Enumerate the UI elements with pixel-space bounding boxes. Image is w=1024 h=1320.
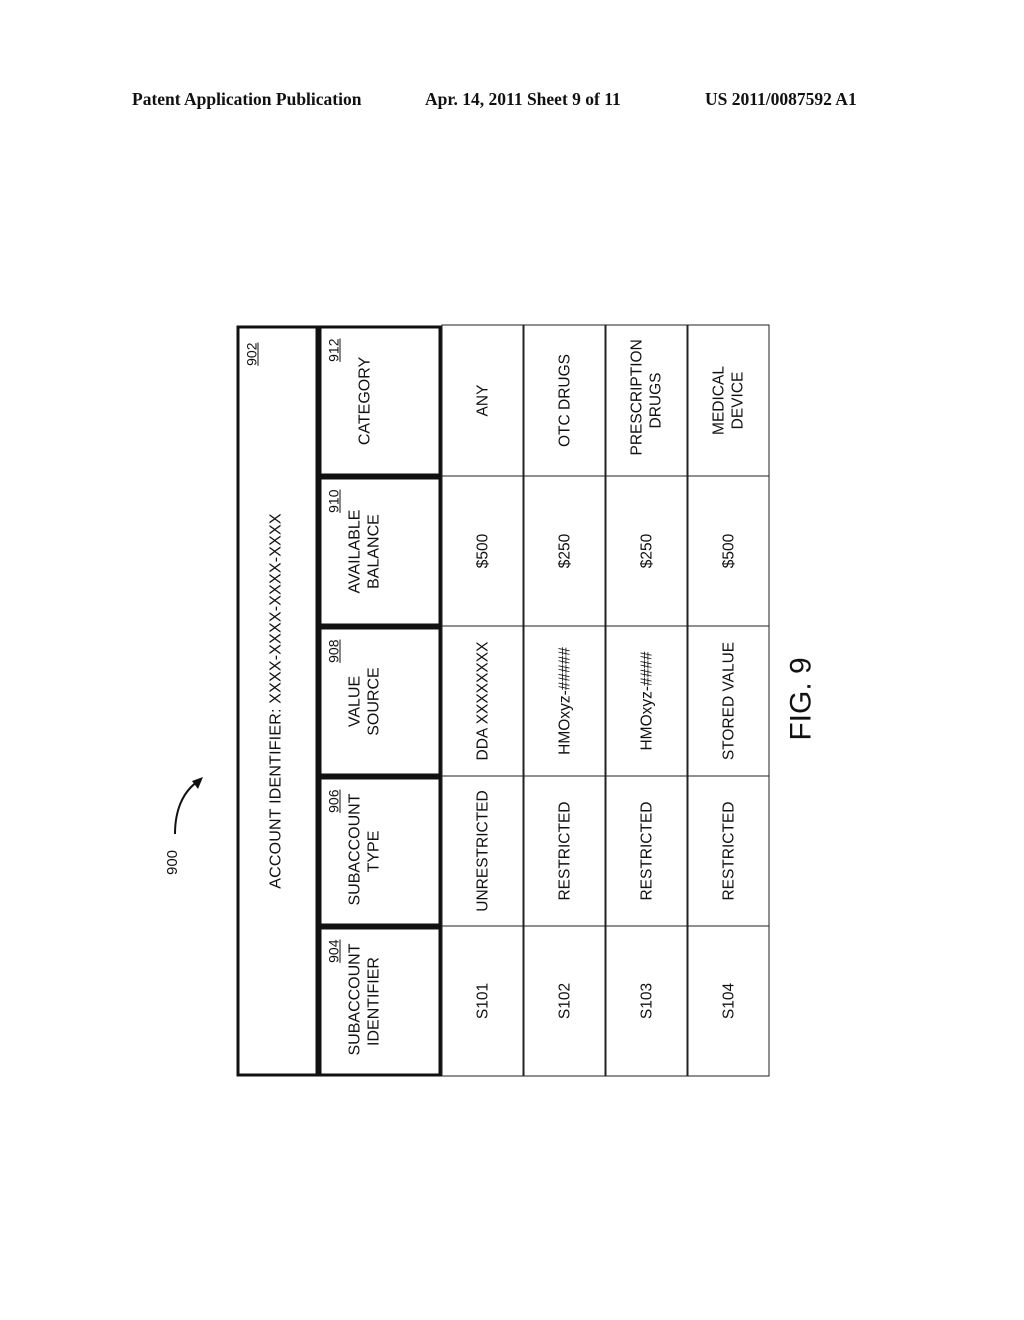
cell-value: S103 — [637, 982, 655, 1019]
cell-value-source: HMOxyz-#### — [605, 625, 687, 776]
cell-value: HMOxyz-#### — [637, 650, 655, 751]
column-header-label: SUBACCOUNT IDENTIFIER — [346, 942, 382, 1055]
table-row: S103 RESTRICTED HMOxyz-#### $250 PRESCRIPTIO… — [605, 324, 687, 1076]
figure-label: FIG. 9 — [784, 657, 818, 741]
reference-arrow-icon — [174, 777, 203, 835]
column-header-value-source: VALUE SOURCE 908 — [318, 626, 441, 776]
cell-value: PRESCRIPTION DRUGS — [628, 338, 664, 455]
cell-available-balance: $500 — [441, 475, 523, 626]
column-header-subaccount-type: SUBACCOUNT TYPE 906 — [318, 776, 441, 926]
cell-subaccount-type: RESTRICTED — [523, 775, 605, 926]
column-header-subaccount-identifier: SUBACCOUNT IDENTIFIER 904 — [318, 926, 441, 1076]
publication-number: US 2011/0087592 A1 — [705, 89, 857, 109]
cell-available-balance: $250 — [605, 475, 687, 626]
cell-value: OTC DRUGS — [555, 353, 573, 447]
cell-category: ANY — [441, 324, 523, 476]
cell-value: RESTRICTED — [637, 800, 655, 901]
account-identifier-ref: 902 — [243, 342, 259, 366]
cell-value: S104 — [719, 982, 737, 1019]
cell-subaccount-type: RESTRICTED — [605, 775, 687, 926]
column-header-ref: 910 — [325, 489, 341, 513]
column-header-ref: 908 — [325, 639, 341, 663]
publication-date-sheet: Apr. 14, 2011 Sheet 9 of 11 — [425, 89, 621, 109]
cell-value: DDA XXXXXXXX — [473, 641, 491, 760]
cell-value: RESTRICTED — [719, 800, 737, 901]
figure-reference-number: 900 — [164, 849, 182, 876]
cell-subaccount-identifier: S101 — [441, 925, 523, 1076]
column-header-ref: 904 — [325, 939, 341, 963]
table-row: S102 RESTRICTED HMOxyz-##### $250 OTC DRUGS — [523, 324, 605, 1076]
column-header-label: AVAILABLE BALANCE — [346, 509, 382, 593]
column-header-label: VALUE SOURCE — [346, 666, 382, 736]
table-row: S101 UNRESTRICTED DDA XXXXXXXX $500 ANY — [441, 324, 523, 1076]
publication-type: Patent Application Publication — [132, 89, 362, 109]
cell-category: PRESCRIPTION DRUGS — [605, 324, 687, 476]
cell-subaccount-identifier: S102 — [523, 925, 605, 1076]
cell-category: OTC DRUGS — [523, 324, 605, 476]
account-identifier-row: ACCOUNT IDENTIFIER: XXXX-XXXX-XXXX-XXXX … — [236, 325, 318, 1076]
column-header-row: SUBACCOUNT IDENTIFIER 904 SUBACCOUNT TYPE 9… — [318, 325, 441, 1076]
cell-available-balance: $250 — [523, 475, 605, 626]
subaccount-table-rotated: ACCOUNT IDENTIFIER: XXXX-XXXX-XXXX-XXXX … — [236, 324, 769, 1076]
cell-available-balance: $500 — [687, 475, 769, 626]
column-header-available-balance: AVAILABLE BALANCE 910 — [318, 476, 441, 626]
cell-subaccount-type: UNRESTRICTED — [441, 775, 523, 926]
cell-value: ANY — [473, 384, 491, 416]
cell-value-source: STORED VALUE — [687, 625, 769, 776]
cell-subaccount-identifier: S103 — [605, 925, 687, 1076]
cell-value: $500 — [473, 533, 491, 568]
column-header-category: CATEGORY 912 — [318, 325, 441, 476]
cell-category: MEDICAL DEVICE — [687, 324, 769, 476]
cell-value: S101 — [473, 982, 491, 1019]
column-header-label: SUBACCOUNT TYPE — [346, 792, 382, 905]
cell-subaccount-type: RESTRICTED — [687, 775, 769, 926]
cell-value: HMOxyz-##### — [555, 646, 573, 755]
column-header-ref: 912 — [325, 338, 341, 362]
cell-value: RESTRICTED — [555, 800, 573, 901]
cell-value-source: DDA XXXXXXXX — [441, 625, 523, 776]
cell-value: $250 — [637, 533, 655, 568]
cell-value-source: HMOxyz-##### — [523, 625, 605, 776]
cell-value: UNRESTRICTED — [473, 789, 491, 912]
cell-value: MEDICAL DEVICE — [710, 365, 746, 435]
cell-value: $250 — [555, 533, 573, 568]
cell-subaccount-identifier: S104 — [687, 925, 769, 1076]
column-header-label: CATEGORY — [356, 356, 373, 445]
table-row: S104 RESTRICTED STORED VALUE $500 MEDICAL DE… — [687, 324, 769, 1076]
cell-value: STORED VALUE — [719, 641, 737, 760]
cell-value: $500 — [719, 533, 737, 568]
cell-value: S102 — [555, 982, 573, 1019]
account-identifier: ACCOUNT IDENTIFIER: XXXX-XXXX-XXXX-XXXX — [267, 512, 284, 889]
column-header-ref: 906 — [325, 789, 341, 813]
subaccount-table: ACCOUNT IDENTIFIER: XXXX-XXXX-XXXX-XXXX … — [236, 324, 769, 1076]
